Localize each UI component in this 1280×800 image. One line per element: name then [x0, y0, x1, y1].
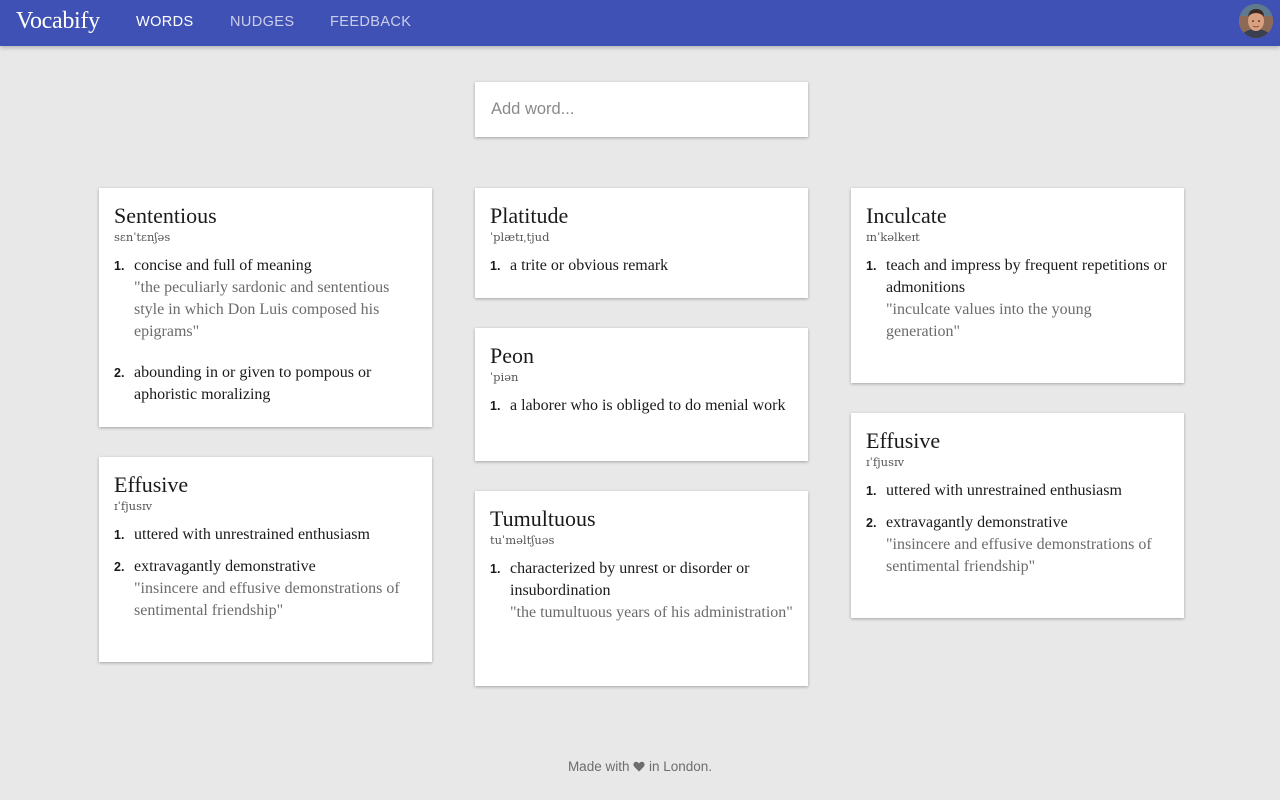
- definition-number: 1.: [490, 562, 501, 576]
- footer: Made with in London.: [0, 758, 1280, 775]
- word-title: Inculcate: [866, 203, 947, 228]
- add-word-input[interactable]: [475, 82, 808, 137]
- definition-item: 1. teach and impress by frequent repetit…: [866, 255, 1169, 343]
- definition-example: "insincere and effusive demonstrations o…: [886, 536, 1152, 575]
- definition-text: uttered with unrestrained enthusiasm: [886, 482, 1122, 499]
- word-title: Peon: [490, 343, 534, 368]
- definition-item: 1. characterized by unrest or disorder o…: [490, 558, 793, 624]
- definition-text: abounding in or given to pompous or apho…: [134, 364, 372, 403]
- word-card[interactable]: Inculcate ɪnˈkəlkeɪt 1. teach and impres…: [851, 188, 1184, 383]
- app-logo[interactable]: Vocabify: [16, 7, 100, 35]
- definition-text: a laborer who is obliged to do menial wo…: [510, 397, 786, 414]
- definition-list: 1. concise and full of meaning "the pecu…: [114, 255, 417, 406]
- definition-list: 1. characterized by unrest or disorder o…: [490, 558, 793, 624]
- word-pronunciation: ɪˈfjusɪv: [114, 499, 153, 513]
- definition-list: 1. uttered with unrestrained enthusiasm …: [866, 480, 1169, 578]
- word-pronunciation: tuˈməltʃuəs: [490, 533, 555, 547]
- definition-number: 1.: [866, 484, 877, 498]
- definition-number: 1.: [490, 259, 501, 273]
- definition-item: 1. uttered with unrestrained enthusiasm: [866, 480, 1169, 502]
- word-card[interactable]: Effusive ɪˈfjusɪv 1. uttered with unrest…: [851, 413, 1184, 618]
- word-card[interactable]: Effusive ɪˈfjusɪv 1. uttered with unrest…: [99, 457, 432, 662]
- definition-example: "inculcate values into the young generat…: [886, 301, 1092, 340]
- definition-list: 1. teach and impress by frequent repetit…: [866, 255, 1169, 343]
- add-word-box: [475, 82, 808, 137]
- user-avatar-icon: [1239, 4, 1273, 38]
- avatar[interactable]: [1239, 4, 1273, 38]
- definition-example: "insincere and effusive demonstrations o…: [134, 580, 400, 619]
- definition-text: extravagantly demonstrative: [134, 558, 316, 575]
- definition-item: 2. extravagantly demonstrative "insincer…: [114, 556, 417, 622]
- definition-number: 2.: [114, 560, 125, 574]
- tab-nudges[interactable]: NUDGES: [230, 14, 294, 31]
- definition-item: 1. uttered with unrestrained enthusiasm: [114, 524, 417, 546]
- definition-item: 1. a trite or obvious remark: [490, 255, 793, 277]
- word-title: Sententious: [114, 203, 217, 228]
- definition-number: 1.: [866, 259, 877, 273]
- footer-text-before: Made with: [567, 759, 630, 774]
- footer-text-after: in London.: [649, 759, 713, 774]
- definition-item: 1. a laborer who is obliged to do menial…: [490, 395, 793, 417]
- definition-list: 1. a trite or obvious remark: [490, 255, 793, 277]
- word-card[interactable]: Tumultuous tuˈməltʃuəs 1. characterized …: [475, 491, 808, 686]
- word-title: Effusive: [114, 472, 189, 497]
- tab-feedback[interactable]: FEEDBACK: [330, 14, 411, 31]
- definition-text: uttered with unrestrained enthusiasm: [134, 526, 370, 543]
- definition-list: 1. uttered with unrestrained enthusiasm …: [114, 524, 417, 622]
- definition-item: 1. concise and full of meaning "the pecu…: [114, 255, 417, 343]
- definition-item: 2. abounding in or given to pompous or a…: [114, 362, 417, 406]
- word-pronunciation: ˈplætɪˌtjud: [490, 230, 550, 244]
- definition-number: 1.: [114, 259, 125, 273]
- word-card[interactable]: Platitude ˈplætɪˌtjud 1. a trite or obvi…: [475, 188, 808, 298]
- word-card[interactable]: Peon ˈpiən 1. a laborer who is obliged t…: [475, 328, 808, 461]
- definition-text: a trite or obvious remark: [510, 257, 669, 274]
- definition-number: 1.: [490, 399, 501, 413]
- definition-item: 2. extravagantly demonstrative "insincer…: [866, 512, 1169, 578]
- definition-text: teach and impress by frequent repetition…: [886, 257, 1167, 296]
- word-title: Platitude: [490, 203, 569, 228]
- definition-number: 2.: [866, 516, 877, 530]
- word-pronunciation: sɛnˈtɛnʃəs: [114, 230, 171, 244]
- app-bar: Vocabify WORDS NUDGES FEEDBACK: [0, 0, 1280, 46]
- definition-number: 2.: [114, 366, 125, 380]
- word-card[interactable]: Sententious sɛnˈtɛnʃəs 1. concise and fu…: [99, 188, 432, 427]
- definition-text: extravagantly demonstrative: [886, 514, 1068, 531]
- tab-words[interactable]: WORDS: [136, 14, 194, 31]
- definition-text: concise and full of meaning: [134, 257, 312, 274]
- definition-example: "the peculiarly sardonic and sententious…: [134, 279, 390, 340]
- definition-text: characterized by unrest or disorder or i…: [510, 560, 750, 599]
- word-pronunciation: ɪnˈkəlkeɪt: [866, 230, 920, 244]
- heart-icon: [633, 761, 645, 772]
- definition-number: 1.: [114, 528, 125, 542]
- definition-example: "the tumultuous years of his administrat…: [510, 604, 793, 621]
- word-title: Effusive: [866, 428, 941, 453]
- word-pronunciation: ˈpiən: [490, 370, 519, 384]
- word-title: Tumultuous: [490, 506, 596, 531]
- definition-list: 1. a laborer who is obliged to do menial…: [490, 395, 793, 417]
- word-pronunciation: ɪˈfjusɪv: [866, 455, 905, 469]
